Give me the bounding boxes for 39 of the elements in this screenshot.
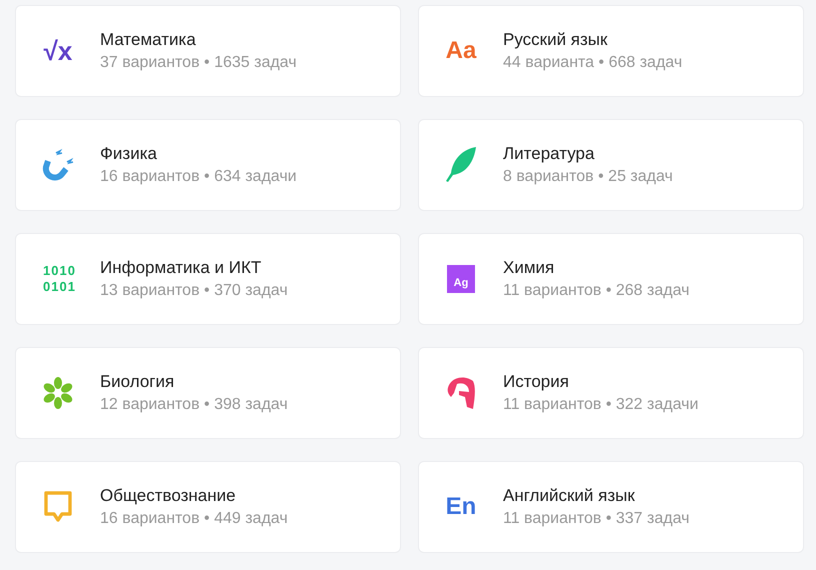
subject-stats: 13 вариантов • 370 задач (100, 280, 288, 300)
subject-title: Русский язык (503, 28, 608, 50)
subject-card[interactable]: Ag Химия 11 вариантов • 268 задач (418, 233, 804, 325)
subject-stats: 12 вариантов • 398 задач (100, 394, 288, 414)
letters-logo: Aa (446, 39, 476, 63)
subject-stats: 8 вариантов • 25 задач (503, 166, 673, 186)
subject-stats: 37 вариантов • 1635 задач (100, 52, 297, 72)
subject-card[interactable]: Физика 16 вариантов • 634 задачи (15, 119, 401, 211)
subject-card[interactable]: En Английский язык 11 вариантов • 337 задач (418, 461, 804, 553)
subject-card[interactable]: Aa Русский язык 44 варианта • 668 задач (418, 5, 804, 97)
subject-stats: 16 вариантов • 634 задачи (100, 166, 297, 186)
feather-icon (443, 145, 479, 185)
magnet-icon (40, 147, 76, 183)
subject-title: Физика (100, 142, 158, 164)
speech-bubble-icon (43, 490, 73, 524)
subject-title: Английский язык (503, 484, 636, 506)
subject-card[interactable]: 1010 0101 Информатика и ИКТ 13 вариантов • 370 задач (15, 233, 401, 325)
subject-title: Литература (503, 142, 596, 164)
math-logo: √x (44, 38, 72, 64)
subject-title: Математика (100, 28, 197, 50)
subject-stats: 11 вариантов • 322 задачи (503, 394, 698, 414)
element-logo: Ag (447, 265, 475, 293)
subject-stats: 16 вариантов • 449 задач (100, 508, 288, 528)
subject-title: Информатика и ИКТ (100, 256, 262, 278)
language-logo: En (446, 495, 476, 519)
subject-card[interactable]: Обществознание 16 вариантов • 449 задач (15, 461, 401, 553)
subject-stats: 11 вариантов • 337 задач (503, 508, 690, 528)
subject-title: Биология (100, 370, 176, 392)
binary-logo: 1010 0101 (43, 262, 73, 296)
subject-stats: 11 вариантов • 268 задач (503, 280, 690, 300)
subject-title: История (503, 370, 570, 392)
subject-card[interactable]: Биология 12 вариантов • 398 задач (15, 347, 401, 439)
subject-card[interactable]: Литература 8 вариантов • 25 задач (418, 119, 804, 211)
subject-title: Обществознание (100, 484, 237, 506)
subject-card[interactable]: √x Математика 37 вариантов • 1635 задач (15, 5, 401, 97)
subject-stats: 44 варианта • 668 задач (503, 52, 682, 72)
subject-card[interactable]: История 11 вариантов • 322 задачи (418, 347, 804, 439)
subject-title: Химия (503, 256, 556, 278)
leaves-icon (41, 376, 75, 410)
